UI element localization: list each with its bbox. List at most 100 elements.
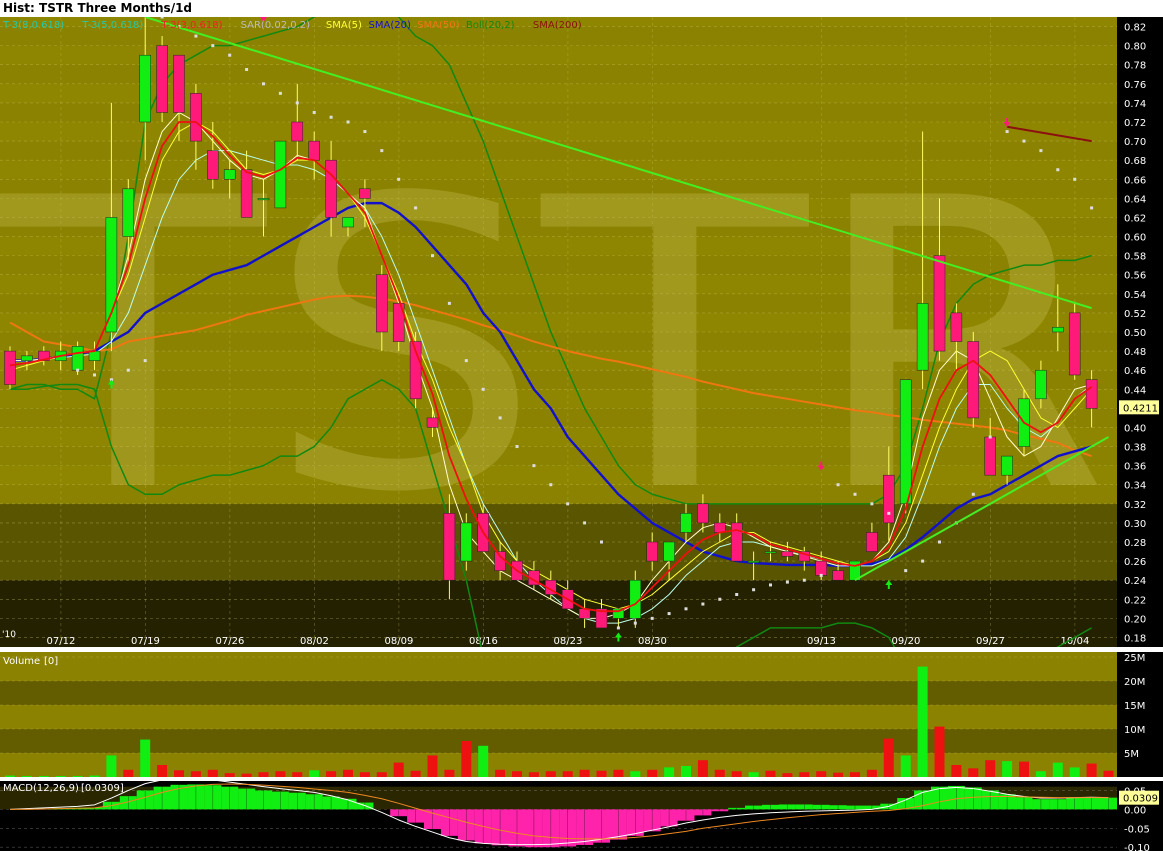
volume-bar bbox=[478, 745, 489, 777]
x-tick-label: 08/16 bbox=[469, 636, 498, 647]
stock-chart[interactable]: TSTR0.180.200.220.240.260.280.300.320.34… bbox=[0, 17, 1163, 851]
price-tick-label: 0.80 bbox=[1124, 42, 1146, 53]
sar-dot bbox=[211, 44, 215, 48]
price-tick-label: 0.74 bbox=[1124, 99, 1146, 110]
volume-bar bbox=[359, 772, 370, 777]
price-tick-label: 0.36 bbox=[1124, 462, 1146, 473]
legend-item: SAR(0.02,0.2) bbox=[241, 20, 311, 31]
candle-down bbox=[984, 436, 996, 476]
price-tick-label: 0.60 bbox=[1124, 233, 1146, 244]
volume-bar bbox=[934, 726, 945, 777]
candle-up bbox=[88, 350, 101, 361]
sar-dot bbox=[278, 91, 282, 95]
last-price-label: 0.4211 bbox=[1123, 403, 1158, 414]
sar-dot bbox=[1039, 149, 1043, 153]
volume-bar bbox=[157, 765, 168, 777]
volume-bar bbox=[1069, 767, 1080, 777]
volume-legend-value: [0] bbox=[44, 656, 58, 667]
sar-dot bbox=[464, 359, 468, 363]
volume-bar bbox=[866, 769, 877, 777]
candle-up bbox=[747, 560, 760, 563]
candle-up bbox=[223, 169, 236, 180]
sar-dot bbox=[431, 254, 434, 258]
x-tick-label: 09/27 bbox=[976, 636, 1005, 647]
sar-dot bbox=[600, 540, 603, 544]
candle-down bbox=[359, 188, 371, 199]
volume-bar bbox=[1052, 762, 1063, 777]
sar-dot bbox=[481, 387, 485, 391]
sar-dot bbox=[667, 612, 671, 616]
candle-up bbox=[680, 513, 692, 533]
candle-down bbox=[325, 159, 337, 218]
price-tick-label: 0.82 bbox=[1124, 23, 1146, 34]
volume-bar bbox=[38, 776, 49, 777]
volume-bar bbox=[106, 755, 117, 777]
sar-dot bbox=[363, 130, 367, 134]
macd-tick-label: -0.05 bbox=[1124, 824, 1150, 835]
price-tick-label: 0.40 bbox=[1124, 423, 1146, 434]
sar-dot bbox=[735, 593, 739, 596]
x-tick-label: 08/23 bbox=[553, 636, 582, 647]
legend-item: T-3(8,0.618) bbox=[2, 20, 64, 31]
price-tick-label: 0.68 bbox=[1124, 156, 1146, 167]
candle-down bbox=[443, 513, 456, 581]
volume-bar bbox=[376, 772, 387, 777]
candle-down bbox=[832, 570, 844, 581]
candle-down bbox=[1068, 312, 1081, 376]
chart-window: Hist: TSTR Three Months/1d TSTR 0.18 0.20 0… bbox=[0, 0, 1163, 851]
volume-bar bbox=[258, 772, 269, 777]
candle-down bbox=[173, 54, 185, 113]
sar-dot bbox=[836, 483, 840, 487]
candle-down bbox=[4, 350, 16, 385]
volume-bar bbox=[985, 760, 996, 777]
price-tick-label: 0.32 bbox=[1124, 500, 1146, 511]
x-tick-label: 09/13 bbox=[807, 636, 836, 647]
price-tick-label: 0.52 bbox=[1124, 309, 1146, 320]
volume-bar bbox=[1103, 770, 1114, 777]
macd-title: MACD(12,26,9) bbox=[3, 783, 79, 794]
volume-bar bbox=[89, 775, 100, 777]
sar-dot bbox=[1022, 139, 1026, 143]
candle-up bbox=[460, 522, 473, 562]
volume-tick-label: 5M bbox=[1124, 749, 1139, 760]
sar-dot bbox=[853, 492, 857, 496]
volume-bar bbox=[427, 755, 438, 777]
volume-bar bbox=[343, 769, 353, 777]
candle-up bbox=[1001, 455, 1013, 476]
sar-dot bbox=[194, 34, 198, 38]
sar-dot bbox=[160, 17, 164, 19]
sar-dot bbox=[684, 607, 688, 611]
sar-dot bbox=[295, 101, 299, 105]
volume-bar bbox=[1002, 761, 1013, 777]
price-tick-label: 0.62 bbox=[1124, 213, 1146, 224]
volume-bar bbox=[224, 773, 235, 777]
price-tick-label: 0.38 bbox=[1124, 443, 1146, 454]
candle-down bbox=[883, 474, 895, 524]
candle-up bbox=[122, 188, 135, 237]
candle-down bbox=[190, 93, 202, 142]
candle-up bbox=[663, 541, 675, 562]
sar-dot bbox=[515, 445, 519, 449]
volume-bar bbox=[309, 770, 320, 777]
window-title: Hist: TSTR Three Months/1d bbox=[3, 1, 193, 15]
candle-down bbox=[950, 312, 963, 342]
candle-up bbox=[1052, 326, 1064, 333]
candle-up bbox=[899, 379, 912, 505]
sar-dot bbox=[583, 521, 587, 525]
sar-dot bbox=[802, 578, 806, 582]
volume-bar bbox=[782, 773, 793, 777]
sar-dot bbox=[921, 559, 925, 563]
sar-dot bbox=[126, 368, 130, 372]
sar-dot bbox=[1090, 206, 1094, 210]
candle-up bbox=[274, 140, 287, 209]
x-tick-label: 07/19 bbox=[131, 636, 160, 647]
sar-dot bbox=[718, 597, 722, 601]
sar-dot bbox=[650, 616, 654, 620]
sar-dot bbox=[769, 583, 772, 587]
price-tick-label: 0.70 bbox=[1124, 137, 1146, 148]
volume-bar bbox=[207, 769, 218, 777]
volume-bar bbox=[174, 770, 184, 777]
volume-bar bbox=[630, 771, 641, 777]
candle-up bbox=[71, 346, 84, 371]
volume-bar bbox=[528, 772, 539, 777]
